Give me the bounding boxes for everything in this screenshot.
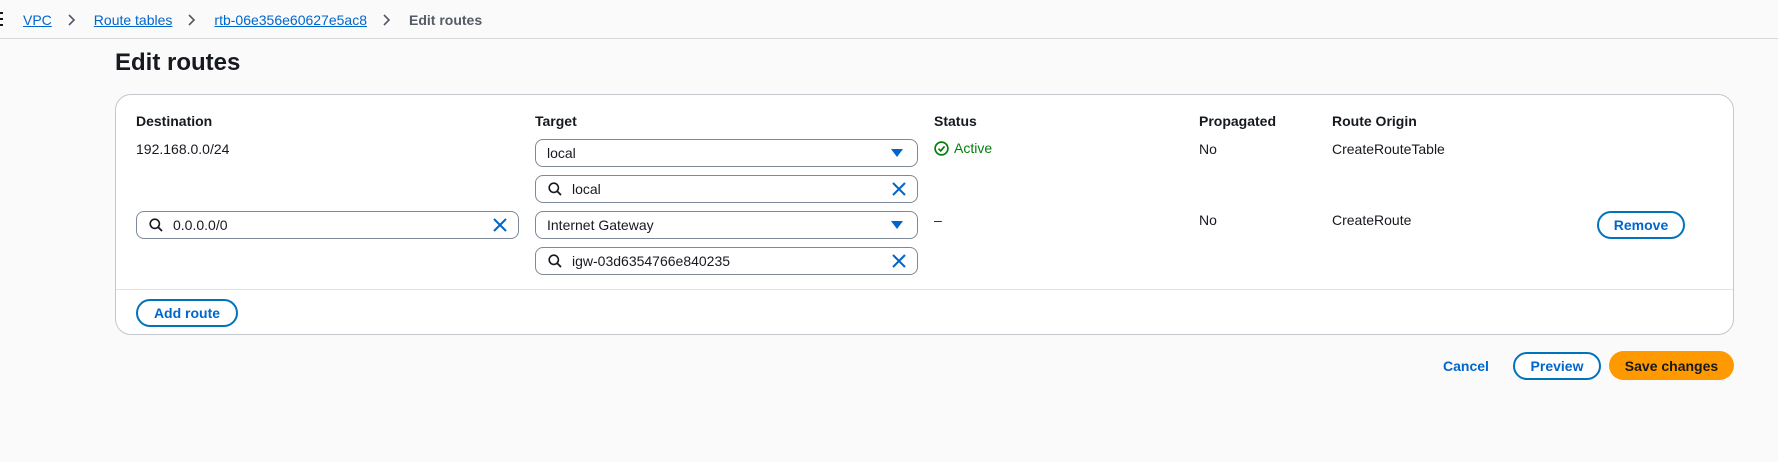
divider <box>116 289 1733 290</box>
clear-icon[interactable] <box>892 254 906 268</box>
page-title: Edit routes <box>115 49 241 76</box>
caret-down-icon <box>891 149 903 157</box>
breadcrumb-route-tables-link[interactable]: Route tables <box>94 12 173 28</box>
chevron-right-icon <box>64 10 82 30</box>
column-header-destination: Destination <box>136 113 213 129</box>
breadcrumb: VPC Route tables rtb-06e356e60627e5ac8 E… <box>23 10 482 30</box>
search-icon <box>149 218 163 232</box>
target-search-input[interactable]: local <box>535 175 918 203</box>
top-navigation-bar: VPC Route tables rtb-06e356e60627e5ac8 E… <box>0 0 1778 39</box>
target-type-select[interactable]: local <box>535 139 918 167</box>
status-text: Active <box>954 140 993 156</box>
chevron-right-icon <box>379 10 397 30</box>
column-header-status: Status <box>934 113 977 129</box>
propagated-text: No <box>1199 212 1217 228</box>
search-icon <box>548 254 562 268</box>
routes-container: Destination Target Status Propagated Rou… <box>115 94 1734 335</box>
column-header-target: Target <box>535 113 577 129</box>
target-search-value: local <box>572 181 601 197</box>
breadcrumb-route-table-id-link[interactable]: rtb-06e356e60627e5ac8 <box>214 12 367 28</box>
menu-icon[interactable] <box>0 12 4 26</box>
destination-input-value: 0.0.0.0/0 <box>173 217 228 233</box>
caret-down-icon <box>891 221 903 229</box>
clear-icon[interactable] <box>493 218 507 232</box>
target-search-value: igw-03d6354766e840235 <box>572 253 731 269</box>
preview-button[interactable]: Preview <box>1513 352 1601 380</box>
clear-icon[interactable] <box>892 182 906 196</box>
column-header-propagated: Propagated <box>1199 113 1277 129</box>
check-circle-icon <box>934 140 949 156</box>
propagated-text: No <box>1199 141 1217 157</box>
target-type-value: Internet Gateway <box>547 217 654 233</box>
cancel-button[interactable]: Cancel <box>1443 358 1489 374</box>
route-origin-text: CreateRoute <box>1332 212 1412 228</box>
destination-input[interactable]: 0.0.0.0/0 <box>136 211 519 239</box>
route-origin-text: CreateRouteTable <box>1332 141 1445 157</box>
status-active: Active <box>934 140 992 156</box>
target-type-value: local <box>547 145 576 161</box>
save-changes-button[interactable]: Save changes <box>1609 351 1734 380</box>
status-text: – <box>934 212 942 228</box>
remove-button[interactable]: Remove <box>1597 211 1685 239</box>
column-header-route-origin: Route Origin <box>1332 113 1417 129</box>
target-search-input[interactable]: igw-03d6354766e840235 <box>535 247 918 275</box>
route-destination-text: 192.168.0.0/24 <box>136 141 230 157</box>
breadcrumb-current: Edit routes <box>408 12 483 28</box>
search-icon <box>548 182 562 196</box>
add-route-button[interactable]: Add route <box>136 299 238 327</box>
target-type-select[interactable]: Internet Gateway <box>535 211 918 239</box>
breadcrumb-vpc-link[interactable]: VPC <box>23 12 52 28</box>
chevron-right-icon <box>184 10 202 30</box>
